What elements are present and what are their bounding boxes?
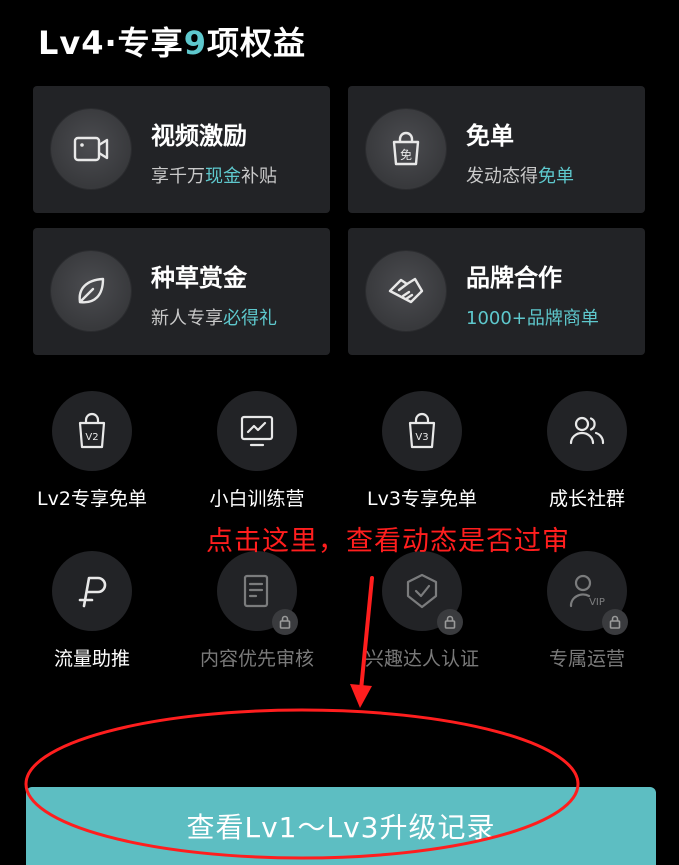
title-prefix: Lv4·专享 xyxy=(38,24,184,62)
card-title: 免单 xyxy=(466,122,514,150)
view-upgrade-records-button[interactable]: 查看Lv1～Lv3升级记录 xyxy=(26,787,656,865)
svg-text:免: 免 xyxy=(400,147,412,162)
leaf-icon xyxy=(51,251,131,331)
annotation-text: 点击这里，查看动态是否过审 xyxy=(206,526,570,557)
title-suffix: 项权益 xyxy=(206,24,306,62)
grid-item-lv2-free-order[interactable]: V2 Lv2专享免单 xyxy=(17,391,167,541)
benefit-card-seeding-bounty[interactable]: 种草赏金 新人专享必得礼 xyxy=(33,228,330,355)
page-title: Lv4·专享9项权益 xyxy=(38,18,306,64)
svg-text:VIP: VIP xyxy=(589,597,605,608)
video-camera-icon xyxy=(51,109,131,189)
card-title: 种草赏金 xyxy=(151,264,247,292)
benefit-card-brand-cooperation[interactable]: 品牌合作 1000+品牌商单 xyxy=(348,228,645,355)
grid-item-label: 内容优先审核 xyxy=(199,648,314,670)
bag-v2-icon: V2 xyxy=(52,391,132,471)
grid-item-label: 小白训练营 xyxy=(209,488,305,510)
benefit-card-free-order[interactable]: 免 免单 发动态得免单 xyxy=(348,86,645,213)
grid-item-interest-expert-certification[interactable]: 兴趣达人认证 xyxy=(347,551,497,701)
lock-icon xyxy=(272,609,298,635)
card-subtitle: 发动态得免单 xyxy=(466,166,574,187)
monitor-chart-icon xyxy=(217,391,297,471)
grid-item-priority-review[interactable]: 内容优先审核 xyxy=(182,551,332,701)
card-title: 品牌合作 xyxy=(466,264,562,292)
boost-icon xyxy=(52,551,132,631)
users-icon xyxy=(547,391,627,471)
svg-text:V2: V2 xyxy=(85,432,98,443)
svg-text:V3: V3 xyxy=(415,432,428,443)
grid-item-label: 专属运营 xyxy=(548,648,625,670)
handshake-icon xyxy=(366,251,446,331)
card-subtitle: 1000+品牌商单 xyxy=(466,308,599,329)
grid-item-dedicated-operation[interactable]: VIP 专属运营 xyxy=(512,551,662,701)
grid-item-label: 流量助推 xyxy=(53,648,130,670)
grid-item-label: Lv3专享免单 xyxy=(367,488,477,510)
grid-item-label: 兴趣达人认证 xyxy=(364,648,479,670)
grid-item-label: Lv2专享免单 xyxy=(37,488,147,510)
card-title: 视频激励 xyxy=(151,122,247,150)
shopping-bag-free-icon: 免 xyxy=(366,109,446,189)
lock-icon xyxy=(602,609,628,635)
grid-item-label: 成长社群 xyxy=(548,488,625,510)
benefit-card-video-reward[interactable]: 视频激励 享千万现金补贴 xyxy=(33,86,330,213)
bag-v3-icon: V3 xyxy=(382,391,462,471)
card-subtitle: 享千万现金补贴 xyxy=(151,166,277,187)
title-count: 9 xyxy=(183,24,207,62)
grid-item-traffic-boost[interactable]: 流量助推 xyxy=(17,551,167,701)
card-subtitle: 新人专享必得礼 xyxy=(151,308,277,329)
lock-icon xyxy=(437,609,463,635)
